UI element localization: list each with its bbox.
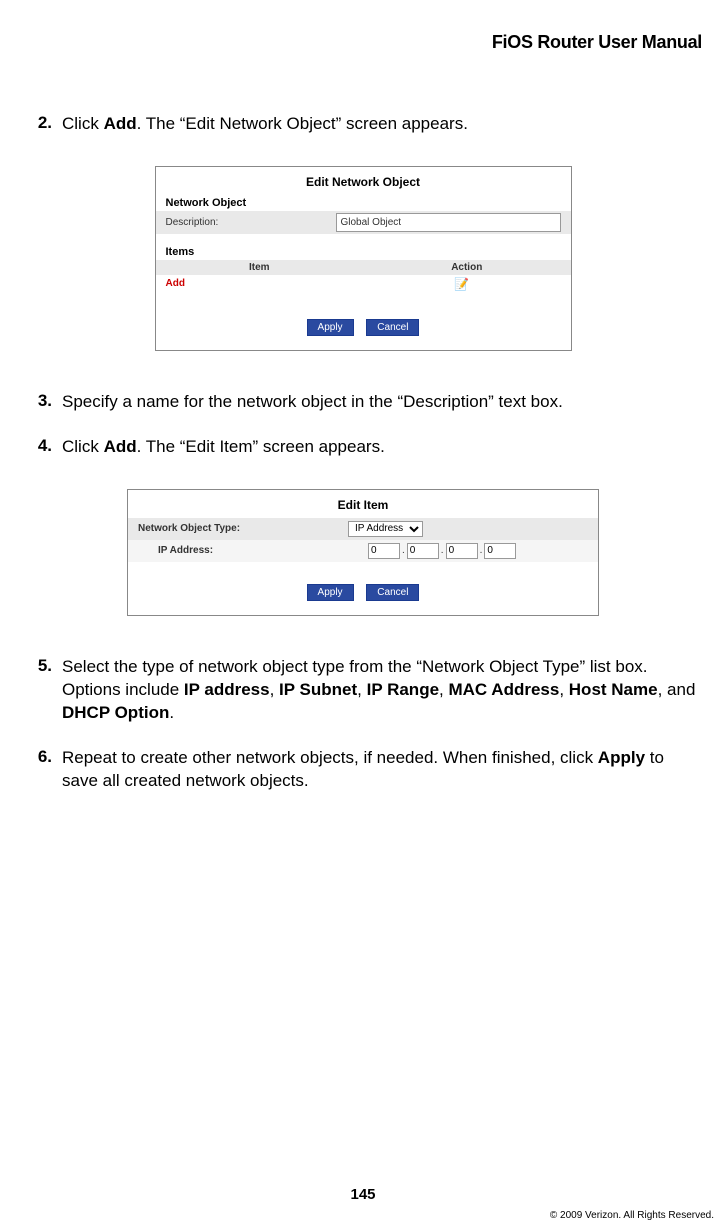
step-2-number: 2. xyxy=(24,113,62,136)
ei-type-select[interactable]: IP Address xyxy=(348,521,423,537)
step-2-body: Click Add. The “Edit Network Object” scr… xyxy=(62,113,702,136)
step-4-number: 4. xyxy=(24,436,62,459)
step-6-pre: Repeat to create other network objects, … xyxy=(62,748,598,767)
step-5-sep-1: , xyxy=(357,680,366,699)
edit-item-panel: Edit Item Network Object Type: IP Addres… xyxy=(127,489,599,616)
eno-section-items: Items xyxy=(156,244,571,260)
eno-description-label: Description: xyxy=(166,217,336,228)
step-2-bold: Add xyxy=(104,114,137,133)
add-icon[interactable]: 📝 xyxy=(363,277,561,291)
step-5-body: Select the type of network object type f… xyxy=(62,656,702,725)
ei-ip-label: IP Address: xyxy=(138,545,368,556)
step-5-sep-3: , xyxy=(559,680,568,699)
eno-button-row: Apply Cancel xyxy=(156,297,571,350)
step-5-opt-3: MAC Address xyxy=(448,680,559,699)
page-number: 145 xyxy=(0,1186,726,1203)
step-2-pre: Click xyxy=(62,114,104,133)
ei-ip-octet-4[interactable] xyxy=(484,543,516,559)
ei-title: Edit Item xyxy=(128,490,598,518)
eno-title: Edit Network Object xyxy=(156,167,571,195)
eno-cancel-button[interactable]: Cancel xyxy=(366,319,419,336)
page-header-title: FiOS Router User Manual xyxy=(24,32,702,53)
step-6-number: 6. xyxy=(24,747,62,793)
ei-ip-inputs: ... xyxy=(368,543,588,559)
ei-cancel-button[interactable]: Cancel xyxy=(366,584,419,601)
eno-col-action: Action xyxy=(363,262,571,273)
step-3-body: Specify a name for the network object in… xyxy=(62,391,702,414)
step-3-number: 3. xyxy=(24,391,62,414)
eno-section-network-object: Network Object xyxy=(156,195,571,211)
step-5-opt-4: Host Name xyxy=(569,680,658,699)
dot-icon: . xyxy=(478,545,485,556)
eno-add-row: Add 📝 xyxy=(156,275,571,297)
eno-description-input[interactable] xyxy=(336,213,561,232)
ei-button-row: Apply Cancel xyxy=(128,562,598,615)
step-4-body: Click Add. The “Edit Item” screen appear… xyxy=(62,436,702,459)
step-5-opt-1: IP Subnet xyxy=(279,680,357,699)
step-5-opt-2: IP Range xyxy=(367,680,439,699)
step-2: 2. Click Add. The “Edit Network Object” … xyxy=(24,113,702,136)
step-3: 3. Specify a name for the network object… xyxy=(24,391,702,414)
step-4: 4. Click Add. The “Edit Item” screen app… xyxy=(24,436,702,459)
step-5-number: 5. xyxy=(24,656,62,725)
ei-ip-row: IP Address: ... xyxy=(128,540,598,562)
step-5-and: , and xyxy=(658,680,696,699)
eno-description-row: Description: xyxy=(156,211,571,234)
step-5-opt-0: IP address xyxy=(184,680,270,699)
ei-ip-octet-2[interactable] xyxy=(407,543,439,559)
step-4-pre: Click xyxy=(62,437,104,456)
eno-items-header: Item Action xyxy=(156,260,571,275)
step-5: 5. Select the type of network object typ… xyxy=(24,656,702,725)
step-4-bold: Add xyxy=(104,437,137,456)
step-5-post: . xyxy=(169,703,174,722)
dot-icon: . xyxy=(400,545,407,556)
eno-col-item: Item xyxy=(156,262,364,273)
step-2-post: . The “Edit Network Object” screen appea… xyxy=(137,114,468,133)
ei-type-label: Network Object Type: xyxy=(138,523,348,534)
ei-ip-octet-1[interactable] xyxy=(368,543,400,559)
step-5-sep-0: , xyxy=(270,680,279,699)
eno-add-link[interactable]: Add xyxy=(166,278,364,289)
eno-apply-button[interactable]: Apply xyxy=(307,319,354,336)
ei-ip-octet-3[interactable] xyxy=(446,543,478,559)
copyright-text: © 2009 Verizon. All Rights Reserved. xyxy=(550,1210,714,1221)
ei-apply-button[interactable]: Apply xyxy=(307,584,354,601)
edit-network-object-panel: Edit Network Object Network Object Descr… xyxy=(155,166,572,351)
step-6-bold: Apply xyxy=(598,748,645,767)
step-6: 6. Repeat to create other network object… xyxy=(24,747,702,793)
step-4-post: . The “Edit Item” screen appears. xyxy=(137,437,385,456)
dot-icon: . xyxy=(439,545,446,556)
ei-type-row: Network Object Type: IP Address xyxy=(128,518,598,540)
step-6-body: Repeat to create other network objects, … xyxy=(62,747,702,793)
step-5-opt-5: DHCP Option xyxy=(62,703,169,722)
